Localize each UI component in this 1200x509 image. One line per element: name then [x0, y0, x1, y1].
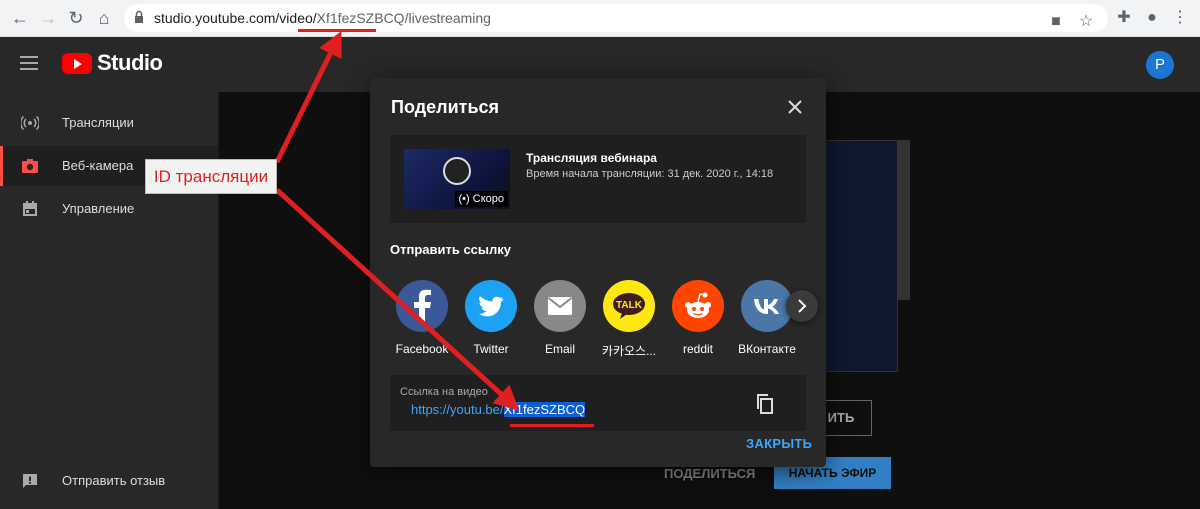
url-id: Xf1fezSZBCQ: [316, 10, 405, 26]
camera-indicator-icon[interactable]: ■: [1044, 10, 1068, 34]
broadcast-icon: [21, 115, 39, 131]
browser-toolbar: ← → ↻ ⌂ studio.youtube.com/video/Xf1fezS…: [0, 0, 1200, 37]
share-dialog: Поделиться (•) Скоро Трансляция вебинара…: [370, 78, 826, 467]
extensions-icon[interactable]: ✚: [1112, 6, 1136, 30]
email-icon: [534, 280, 586, 332]
status-badge: (•) Скоро: [454, 191, 508, 207]
annotation-label: ID трансляции: [145, 159, 277, 194]
kakao-talk-icon: TALK: [603, 280, 655, 332]
video-start-time: Время начала трансляции: 31 дек. 2020 г.…: [526, 168, 774, 180]
share-label: Email: [544, 342, 575, 356]
video-link-label: Ссылка на видео: [400, 386, 488, 398]
share-twitter[interactable]: Twitter: [459, 280, 523, 360]
video-link-id: Xf1fezSZBCQ: [503, 402, 586, 417]
video-link-prefix: https://youtu.be/: [411, 402, 504, 417]
back-icon[interactable]: ←: [8, 6, 32, 30]
sidebar-item-manage[interactable]: Управление: [0, 189, 218, 229]
kakao-badge-text: TALK: [616, 300, 643, 311]
badge-text: Скоро: [472, 193, 504, 205]
facebook-icon: [396, 280, 448, 332]
share-label: reddit: [682, 342, 714, 356]
share-label: Facebook: [395, 342, 449, 356]
chevron-right-icon: [798, 299, 807, 313]
share-email[interactable]: Email: [528, 280, 592, 360]
lock-icon: [135, 10, 143, 23]
share-label: ВКонтакте: [738, 342, 796, 356]
carousel-next-button[interactable]: [786, 290, 818, 322]
share-button[interactable]: ПОДЕЛИТЬСЯ: [664, 466, 755, 481]
profile-icon[interactable]: ●: [1140, 6, 1164, 30]
share-label: Twitter: [473, 342, 509, 356]
link-id-underline: [510, 424, 594, 427]
share-label: 카카오스...: [601, 344, 657, 358]
sidebar-item-broadcasts[interactable]: Трансляции: [0, 103, 218, 143]
sidebar-item-label: Веб-камера: [62, 158, 134, 173]
share-kakao[interactable]: TALK 카카오스...: [597, 280, 661, 360]
scrollbar[interactable]: [898, 140, 910, 300]
sidebar-item-label: Управление: [62, 201, 135, 216]
dialog-title: Поделиться: [391, 97, 500, 117]
reload-icon[interactable]: ↻: [64, 6, 88, 30]
youtube-logo-icon[interactable]: [62, 53, 92, 74]
home-icon[interactable]: ⌂: [92, 6, 116, 30]
sidebar: Трансляции Веб-камера Управление Отправи…: [0, 92, 219, 509]
sidebar-item-label: Трансляции: [62, 115, 134, 130]
menu-kebab-icon[interactable]: ⋮: [1168, 6, 1192, 30]
copy-icon[interactable]: [754, 393, 776, 415]
close-button[interactable]: ЗАКРЫТЬ: [746, 436, 812, 451]
sidebar-item-label: Отправить отзыв: [62, 473, 166, 488]
address-bar[interactable]: studio.youtube.com/video/Xf1fezSZBCQ/liv…: [124, 4, 1108, 32]
share-facebook[interactable]: Facebook: [390, 280, 454, 360]
camera-icon: [22, 159, 38, 173]
hamburger-menu-icon[interactable]: [20, 56, 38, 70]
bookmark-star-icon[interactable]: ☆: [1074, 10, 1098, 34]
share-reddit[interactable]: reddit: [666, 280, 730, 360]
forward-icon[interactable]: →: [36, 6, 60, 30]
video-title: Трансляция вебинара: [526, 151, 657, 165]
obs-logo-icon: [443, 157, 471, 185]
video-thumbnail: (•) Скоро: [404, 149, 510, 209]
reddit-icon: [672, 280, 724, 332]
url-host: studio.youtube.com/video/: [154, 10, 317, 26]
url-path: /livestreaming: [404, 10, 491, 26]
avatar[interactable]: P: [1146, 51, 1174, 79]
url-text[interactable]: studio.youtube.com/video/Xf1fezSZBCQ/liv…: [154, 10, 491, 26]
studio-logo-text[interactable]: Studio: [97, 50, 163, 76]
video-card: (•) Скоро Трансляция вебинара Время нача…: [390, 135, 806, 223]
close-icon[interactable]: [784, 96, 806, 118]
send-link-heading: Отправить ссылку: [390, 242, 512, 257]
twitter-icon: [465, 280, 517, 332]
video-link-box: Ссылка на видео https://youtu.be/Xf1fezS…: [390, 375, 806, 431]
url-id-underline: [298, 29, 376, 32]
sidebar-item-feedback[interactable]: Отправить отзыв: [0, 461, 218, 501]
calendar-icon: [23, 201, 37, 216]
live-icon: (•): [458, 193, 470, 205]
feedback-icon: [23, 474, 37, 488]
video-link[interactable]: https://youtu.be/Xf1fezSZBCQ: [411, 402, 586, 417]
